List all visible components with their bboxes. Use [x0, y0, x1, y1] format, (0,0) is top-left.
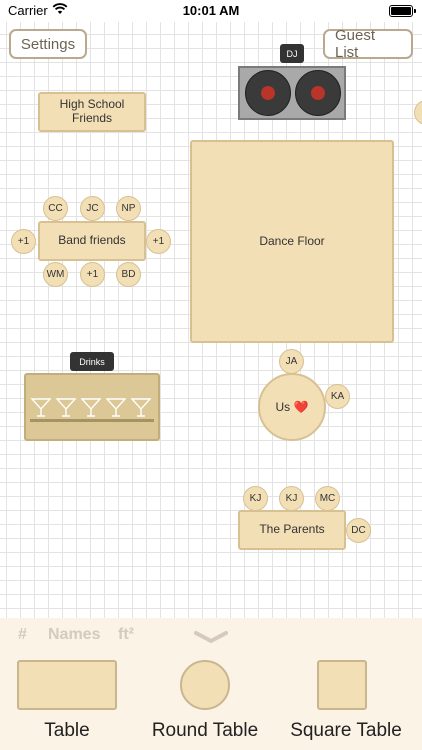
drinks-bar[interactable] — [24, 373, 160, 441]
palette-tab-area[interactable]: ft² — [118, 626, 134, 644]
palette-square-table-icon[interactable] — [317, 660, 367, 710]
palette-tab-names[interactable]: Names — [48, 626, 100, 644]
table-high-school-friends[interactable]: High School Friends — [38, 92, 146, 132]
seat[interactable]: KJ — [243, 486, 268, 511]
seat[interactable]: DC — [346, 518, 371, 543]
chevron-down-icon[interactable] — [194, 630, 228, 644]
seat[interactable]: +1 — [11, 229, 36, 254]
turntable-icon — [295, 70, 341, 116]
palette-table-icon[interactable] — [17, 660, 117, 710]
seat-offscreen[interactable] — [414, 100, 422, 125]
seat[interactable]: MC — [315, 486, 340, 511]
seat[interactable]: JA — [279, 349, 304, 374]
palette-round-table-icon[interactable] — [180, 660, 230, 710]
guest-list-button[interactable]: Guest List — [323, 27, 413, 61]
clock: 10:01 AM — [182, 3, 240, 18]
seat[interactable]: KJ — [279, 486, 304, 511]
seat[interactable]: BD — [116, 262, 141, 287]
seat[interactable]: WM — [43, 262, 68, 287]
drinks-tag: Drinks — [70, 352, 114, 371]
bar-shelf — [30, 419, 154, 422]
martini-glasses-icon — [30, 398, 152, 417]
seat[interactable]: +1 — [80, 262, 105, 287]
status-bar: Carrier 10:01 AM — [0, 0, 422, 22]
dj-tag: DJ — [280, 44, 304, 63]
battery-icon — [389, 5, 416, 17]
table-palette: # Names ft² Table Round Table Square Tab… — [0, 618, 422, 750]
round-table-us[interactable]: Us ❤️ — [258, 373, 326, 441]
turntable-icon — [245, 70, 291, 116]
seat[interactable]: NP — [116, 196, 141, 221]
seat[interactable]: KA — [325, 384, 350, 409]
dj-booth[interactable] — [238, 66, 346, 120]
palette-square-table-label[interactable]: Square Table — [276, 720, 416, 742]
table-band-friends[interactable]: Band friends — [38, 221, 146, 261]
palette-table-label[interactable]: Table — [0, 720, 134, 742]
settings-button[interactable]: Settings — [9, 29, 87, 59]
seat[interactable]: CC — [43, 196, 68, 221]
seat[interactable]: JC — [80, 196, 105, 221]
palette-round-table-label[interactable]: Round Table — [140, 720, 270, 742]
dance-floor[interactable]: Dance Floor — [190, 140, 394, 343]
table-the-parents[interactable]: The Parents — [238, 510, 346, 550]
seat[interactable]: +1 — [146, 229, 171, 254]
palette-tab-number[interactable]: # — [18, 626, 27, 644]
